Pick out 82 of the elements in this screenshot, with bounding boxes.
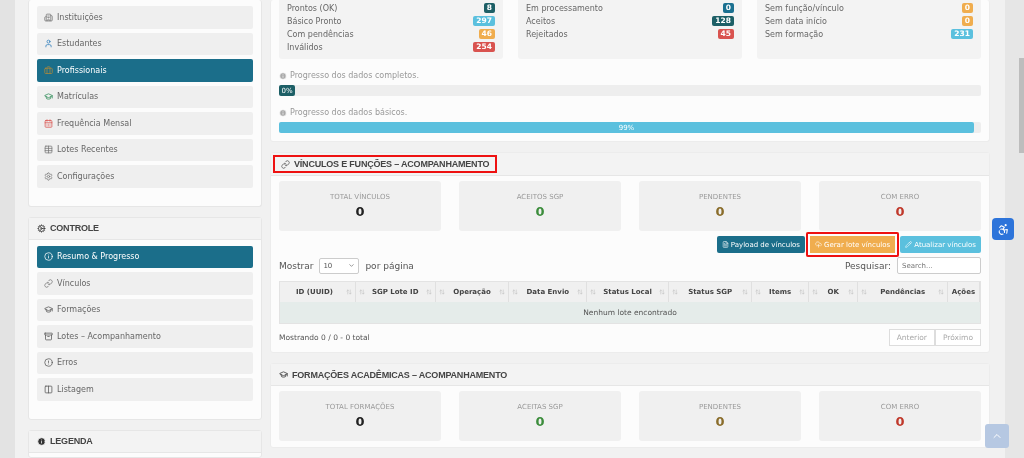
stat-value: 0 — [895, 204, 905, 219]
summary-label: Em processamento — [526, 3, 603, 13]
sort-icon — [658, 289, 665, 295]
graduation-cap-icon — [44, 92, 53, 102]
summary-label: Rejeitados — [526, 29, 568, 39]
info-icon — [279, 108, 287, 117]
sidebar-item[interactable]: Vínculos — [37, 272, 253, 295]
sidebar-item[interactable]: Resumo & Progresso — [37, 245, 253, 268]
stat-value: 0 — [355, 414, 365, 429]
sort-icon — [438, 289, 445, 295]
cogs-icon — [37, 223, 46, 233]
briefcase-icon — [44, 65, 53, 75]
columns-icon — [44, 384, 53, 394]
stat-value: 0 — [715, 204, 725, 219]
sort-icon — [577, 289, 584, 295]
progress-caption: Progresso dos dados básicos. — [290, 108, 408, 117]
link-icon — [281, 159, 290, 169]
chevron-down-icon — [348, 262, 356, 269]
stat-value: 0 — [715, 414, 725, 429]
sidebar-item[interactable]: Formações — [37, 298, 253, 321]
summary-label: Com pendências — [287, 29, 354, 39]
cloud-upload-icon — [815, 241, 822, 248]
accessibility-icon — [996, 222, 1010, 236]
info-icon — [279, 71, 287, 80]
sort-icon — [861, 289, 868, 295]
per-page-label: por página — [365, 260, 414, 271]
settings-icon — [44, 171, 53, 181]
stat-value: 0 — [355, 204, 365, 219]
stat-value: 0 — [535, 204, 545, 219]
graduation-cap-icon — [44, 305, 53, 315]
sort-icon — [425, 289, 432, 295]
panel-title: FORMAÇÕES ACADÊMICAS – ACOMPANHAMENTO — [292, 369, 508, 380]
summary-label: Aceitos — [526, 16, 556, 26]
summary-label: Prontos (OK) — [287, 3, 338, 13]
summary-label: Sem data início — [765, 16, 827, 26]
building-icon — [44, 12, 53, 22]
sort-icon — [811, 289, 818, 295]
sort-icon — [798, 289, 805, 295]
file-icon — [721, 241, 729, 248]
panel-title: VÍNCULOS E FUNÇÕES – ACOMPANHAMENTO — [294, 159, 490, 169]
sort-icon — [848, 289, 855, 295]
info-icon — [44, 252, 53, 262]
alert-icon — [44, 358, 53, 368]
pencil-icon — [905, 241, 913, 248]
summary-label: Inválidos — [287, 42, 323, 52]
sort-icon — [742, 289, 749, 295]
stat-value: 0 — [535, 414, 545, 429]
sidebar-item[interactable]: Profissionais — [37, 59, 253, 82]
sidebar-item[interactable]: Matrículas — [37, 85, 253, 108]
info-icon — [37, 436, 46, 446]
sidebar-item[interactable]: Listagem — [37, 378, 253, 401]
calendar-icon — [44, 118, 53, 128]
sidebar-item[interactable]: Estudantes — [37, 32, 253, 55]
accessibility-button[interactable] — [992, 218, 1014, 240]
sidebar-item[interactable]: Configurações — [37, 165, 253, 188]
sidebar-item[interactable]: Lotes – Acompanhamento — [37, 325, 253, 348]
sort-icon — [755, 289, 762, 295]
sidebar-item[interactable]: Lotes Recentes — [37, 138, 253, 161]
sidebar-item[interactable]: Instituições — [37, 6, 253, 29]
summary-label: Sem formação — [765, 29, 824, 39]
archive-icon — [44, 331, 53, 341]
sort-icon — [671, 289, 678, 295]
card-title: LEGENDA — [50, 436, 93, 446]
sort-icon — [590, 289, 597, 295]
sort-icon — [358, 289, 365, 295]
card-title: CONTROLE — [50, 223, 99, 233]
graduation-cap-icon — [279, 370, 288, 379]
sort-icon — [499, 289, 506, 295]
table-icon — [44, 145, 53, 155]
sidebar-item[interactable]: Erros — [37, 351, 253, 374]
sort-icon — [937, 289, 944, 295]
stat-value: 0 — [895, 414, 905, 429]
progress-caption: Progresso dos dados completos. — [290, 71, 419, 80]
sort-icon — [512, 289, 519, 295]
link-icon — [44, 278, 53, 288]
sort-icon — [345, 289, 352, 295]
summary-label: Básico Pronto — [287, 16, 342, 26]
search-label: Pesquisar: — [844, 260, 891, 271]
show-label: Mostrar — [279, 260, 314, 271]
summary-label: Sem função/vínculo — [765, 3, 844, 13]
user-icon — [44, 39, 53, 49]
sidebar-item[interactable]: Frequência Mensal — [37, 112, 253, 135]
